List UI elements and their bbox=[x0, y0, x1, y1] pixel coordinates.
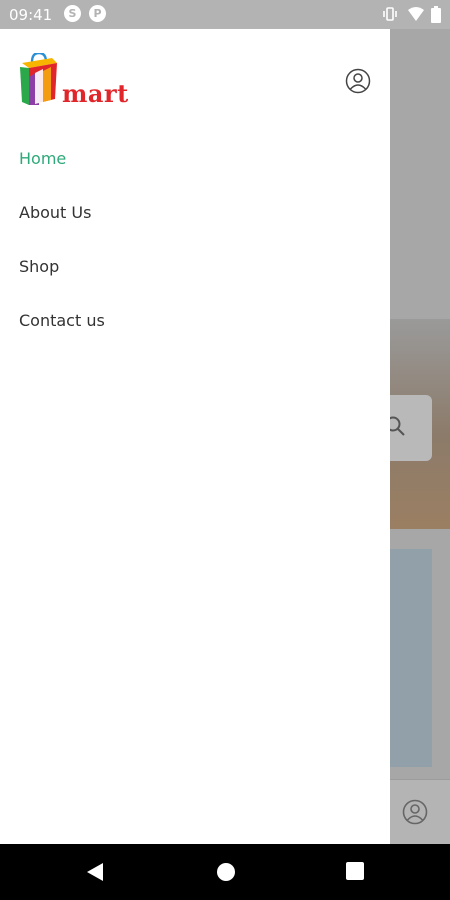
drawer-menu: Home About Us Shop Contact us bbox=[0, 139, 390, 355]
status-bar: 09:41 S P bbox=[0, 0, 450, 29]
home-icon[interactable] bbox=[216, 862, 236, 882]
menu-item-home[interactable]: Home bbox=[0, 139, 390, 193]
skype-icon: S bbox=[64, 5, 81, 22]
back-icon[interactable] bbox=[86, 862, 104, 882]
user-icon bbox=[402, 799, 428, 825]
p-badge-icon: P bbox=[89, 5, 106, 22]
banner-image bbox=[390, 549, 432, 767]
brand-logo[interactable]: mart bbox=[19, 53, 139, 109]
battery-icon bbox=[431, 6, 441, 23]
shopping-bag-logo-icon bbox=[20, 53, 57, 105]
background-app-scrim[interactable] bbox=[390, 29, 450, 844]
menu-item-shop[interactable]: Shop bbox=[0, 247, 390, 301]
vibrate-icon bbox=[383, 7, 397, 21]
navigation-drawer: mart Home About Us Shop Contact us bbox=[0, 29, 390, 844]
user-circle-icon[interactable] bbox=[345, 68, 371, 94]
logo-text: mart bbox=[62, 79, 129, 108]
menu-item-about-us[interactable]: About Us bbox=[0, 193, 390, 247]
status-time: 09:41 bbox=[9, 6, 53, 24]
menu-item-contact-us[interactable]: Contact us bbox=[0, 301, 390, 355]
search-icon bbox=[390, 416, 405, 436]
recents-icon[interactable] bbox=[346, 862, 364, 880]
wifi-icon bbox=[408, 7, 424, 21]
system-navigation-bar bbox=[0, 844, 450, 900]
